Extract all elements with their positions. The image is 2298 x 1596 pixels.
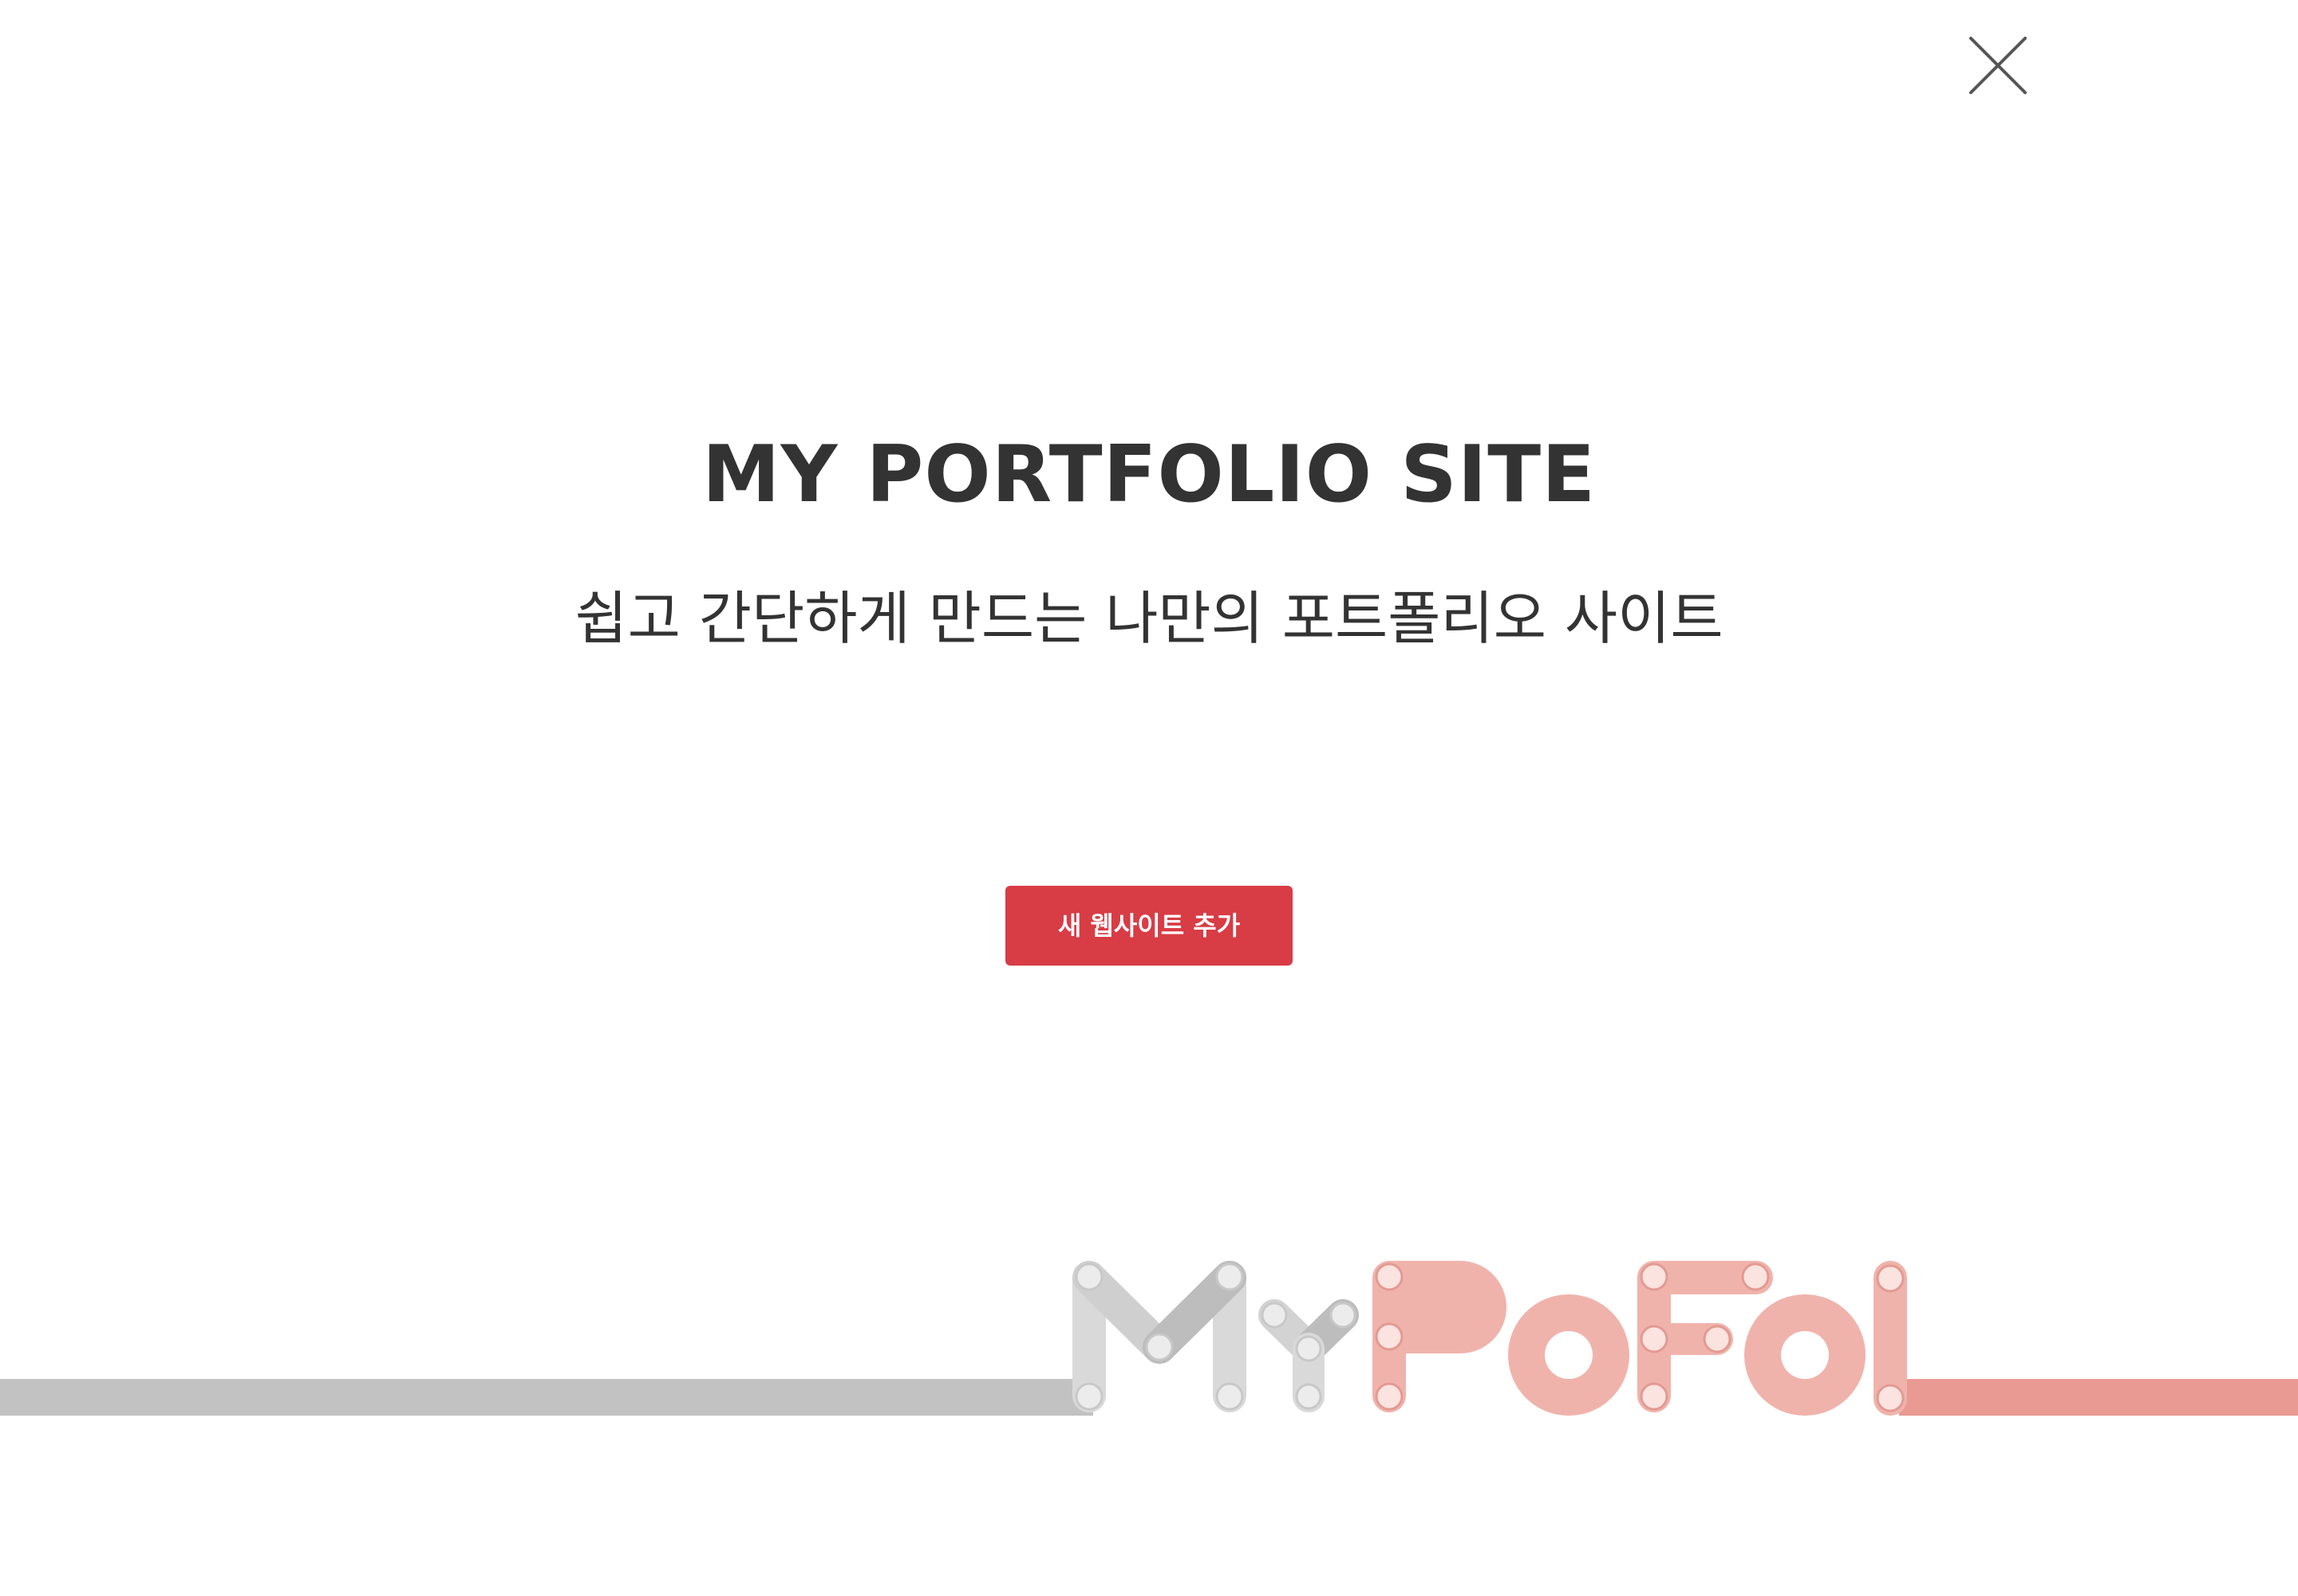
logo-letter-o <box>1508 1294 1629 1416</box>
mypofol-logo <box>0 1245 2298 1436</box>
close-button[interactable] <box>1966 34 2030 97</box>
pink-baseline <box>1899 1379 2298 1416</box>
logo-letter-p <box>1372 1261 1506 1412</box>
logo-letter-l <box>1874 1261 1907 1416</box>
add-website-button[interactable]: 새 웹사이트 추가 <box>1005 886 1293 966</box>
page-title: MY PORTFOLIO SITE <box>701 429 1597 520</box>
page-subtitle: 쉽고 간단하게 만드는 나만의 포트폴리오 사이트 <box>574 585 1724 652</box>
logo-letter-o-2 <box>1744 1294 1866 1416</box>
close-icon <box>1969 37 2027 94</box>
grey-baseline <box>0 1379 1093 1416</box>
logo-letter-m <box>1072 1261 1246 1412</box>
logo-letter-y <box>1258 1299 1359 1412</box>
welcome-page: MY PORTFOLIO SITE 쉽고 간단하게 만드는 나만의 포트폴리오 … <box>0 0 2298 1596</box>
